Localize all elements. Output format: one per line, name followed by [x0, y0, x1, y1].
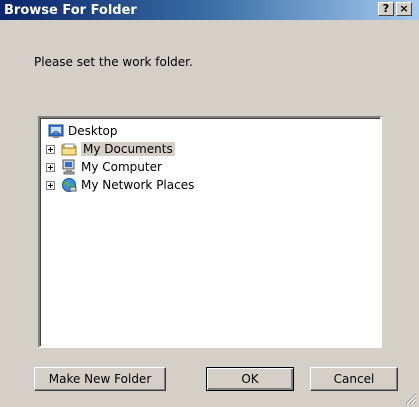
tree-node-my-network-places[interactable]: My Network Places: [46, 176, 194, 194]
computer-icon: [61, 159, 77, 175]
expand-icon[interactable]: [46, 144, 55, 154]
window-title: Browse For Folder: [4, 3, 137, 18]
close-button[interactable]: ×: [396, 2, 412, 16]
folder-icon: [61, 141, 77, 157]
network-places-icon: [61, 177, 77, 193]
tree-node-my-documents[interactable]: My Documents: [46, 140, 175, 158]
help-button[interactable]: ?: [378, 2, 394, 16]
cancel-button[interactable]: Cancel: [310, 367, 398, 391]
folder-tree[interactable]: Desktop My Documents My Computer My Netw…: [38, 116, 382, 348]
tree-node-label: My Computer: [81, 160, 162, 174]
title-bar[interactable]: Browse For Folder ? ×: [0, 0, 419, 20]
make-new-folder-button[interactable]: Make New Folder: [34, 367, 166, 391]
tree-node-label: My Documents: [81, 142, 175, 156]
tree-node-label: Desktop: [68, 124, 118, 138]
resize-grip-icon[interactable]: [403, 391, 417, 405]
ok-button[interactable]: OK: [206, 367, 294, 391]
desktop-icon: [48, 123, 64, 139]
expand-icon[interactable]: [46, 162, 55, 172]
expand-icon[interactable]: [46, 180, 55, 190]
tree-node-label: My Network Places: [81, 178, 195, 192]
tree-node-my-computer[interactable]: My Computer: [46, 158, 162, 176]
tree-node-desktop[interactable]: Desktop: [48, 122, 118, 140]
browse-folder-dialog: Browse For Folder ? × Please set the wor…: [0, 0, 419, 407]
instruction-text: Please set the work folder.: [34, 55, 193, 69]
